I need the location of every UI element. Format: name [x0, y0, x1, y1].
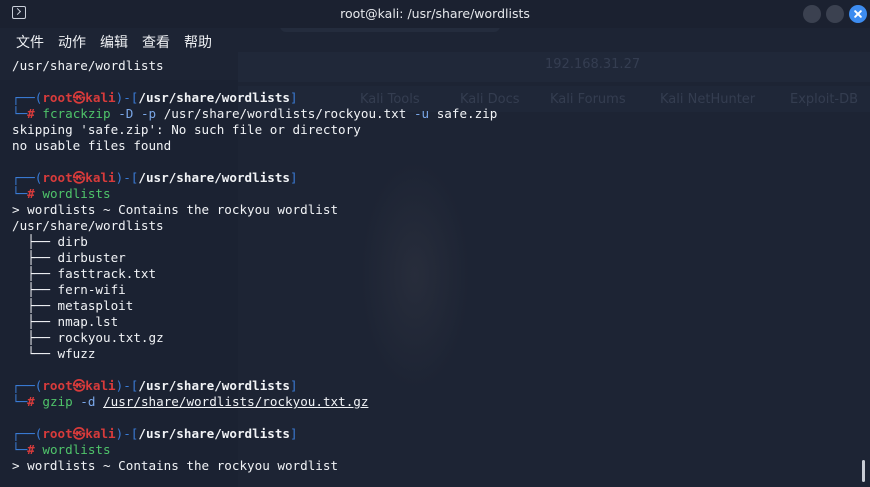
- tree-item: └── wfuzz: [27, 346, 96, 361]
- output-line: skipping 'safe.zip': No such file or dir…: [12, 122, 361, 137]
- command-line: └─# wordlists: [12, 442, 111, 457]
- output-line: > wordlists ~ Contains the rockyou wordl…: [12, 458, 339, 473]
- output-line: /usr/share/wordlists: [12, 218, 164, 233]
- menu-actions[interactable]: 动作: [58, 32, 86, 52]
- menu-help[interactable]: 帮助: [184, 32, 212, 52]
- prompt-line: ┌──(root㉿kali)-[/usr/share/wordlists]: [12, 90, 298, 105]
- output-line: > wordlists ~ Contains the rockyou wordl…: [12, 202, 339, 217]
- close-button[interactable]: [849, 5, 867, 23]
- title-bar: root@kali: /usr/share/wordlists: [0, 0, 870, 28]
- scrollbar-thumb[interactable]: [862, 460, 865, 482]
- tree-item: ├── fern-wifi: [27, 282, 126, 297]
- tree-item: ├── rockyou.txt.gz: [27, 330, 164, 345]
- maximize-button[interactable]: [826, 5, 844, 23]
- command-line: └─# fcrackzip -D -p /usr/share/wordlists…: [12, 106, 498, 121]
- tree-item: ├── dirb: [27, 234, 88, 249]
- menu-file[interactable]: 文件: [16, 32, 44, 52]
- terminal-output[interactable]: /usr/share/wordlists ┌──(root㉿kali)-[/us…: [12, 58, 852, 474]
- menu-edit[interactable]: 编辑: [100, 32, 128, 52]
- window-title: root@kali: /usr/share/wordlists: [340, 6, 530, 21]
- output-line: no usable files found: [12, 138, 172, 153]
- command-line: └─# wordlists: [12, 186, 111, 201]
- command-line: └─# gzip -d /usr/share/wordlists/rockyou…: [12, 394, 369, 409]
- tree-item: ├── dirbuster: [27, 250, 126, 265]
- prompt-line: ┌──(root㉿kali)-[/usr/share/wordlists]: [12, 170, 298, 185]
- menu-view[interactable]: 查看: [142, 32, 170, 52]
- tree-item: ├── fasttrack.txt: [27, 266, 157, 281]
- prompt-line: ┌──(root㉿kali)-[/usr/share/wordlists]: [12, 378, 298, 393]
- minimize-button[interactable]: [803, 5, 821, 23]
- prompt-line: ┌──(root㉿kali)-[/usr/share/wordlists]: [12, 426, 298, 441]
- menu-bar: 文件 动作 编辑 查看 帮助: [0, 28, 870, 55]
- tree-item: ├── nmap.lst: [27, 314, 119, 329]
- output-line: /usr/share/wordlists: [12, 58, 164, 73]
- tree-item: ├── metasploit: [27, 298, 134, 313]
